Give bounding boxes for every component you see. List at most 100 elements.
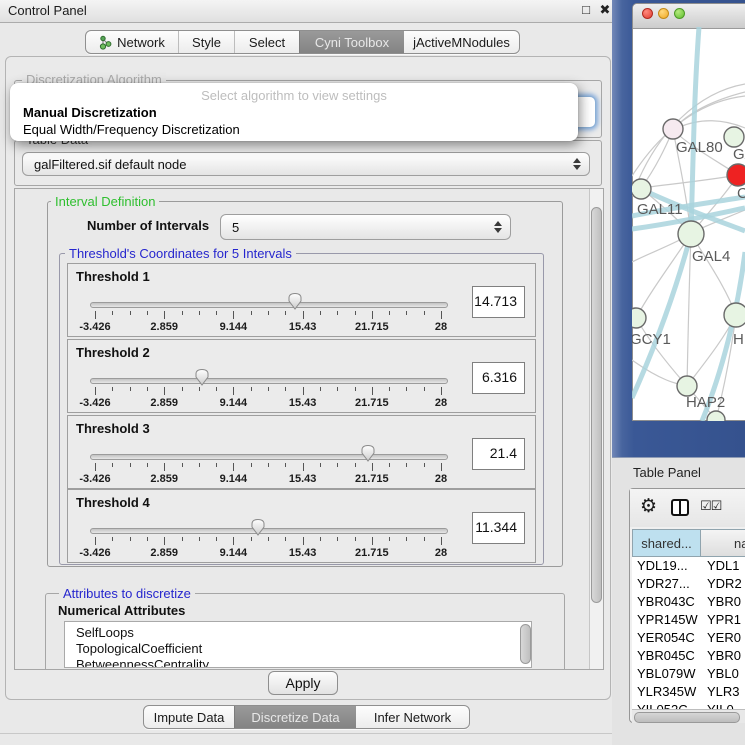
threshold-value-field[interactable]: 21.4 <box>472 438 525 470</box>
slider-thumb[interactable] <box>193 368 211 388</box>
slider-minor-tick <box>199 463 200 467</box>
tab-network[interactable]: Network <box>86 31 178 53</box>
slider-thumb[interactable] <box>286 292 304 312</box>
slider-major-tick <box>164 537 165 545</box>
attribute-list-item[interactable]: BetweennessCentrality <box>65 657 531 668</box>
settings-scrollbar-thumb[interactable] <box>591 207 602 603</box>
red-node[interactable] <box>727 164 745 186</box>
slider-major-tick <box>303 463 304 471</box>
split-columns-icon[interactable] <box>670 498 690 518</box>
gear-icon[interactable]: ⚙ <box>640 495 657 518</box>
threshold-label: Threshold 1 <box>76 269 150 284</box>
slider-tick-label: 28 <box>435 473 447 485</box>
table-hscrollbar-track[interactable] <box>632 709 745 723</box>
slider-minor-tick <box>147 387 148 391</box>
minimize-traffic-light[interactable] <box>658 8 669 19</box>
table-hscrollbar-thumb[interactable] <box>634 712 740 723</box>
network-edge[interactable] <box>636 234 691 318</box>
slider-minor-tick <box>337 463 338 467</box>
tab-discretize-data[interactable]: Discretize Data <box>234 706 356 728</box>
network-edge[interactable] <box>641 175 738 188</box>
slider-thumb[interactable] <box>249 518 267 538</box>
close-traffic-light[interactable] <box>642 8 653 19</box>
slider-track[interactable] <box>90 454 448 460</box>
table-data-combobox[interactable]: galFiltered.sif default node <box>22 152 590 176</box>
zoom-traffic-light[interactable] <box>674 8 685 19</box>
table-row[interactable]: YBR045CYBR0 <box>632 647 745 665</box>
slider-thumb[interactable] <box>359 444 377 464</box>
table-row[interactable]: YBL079WYBL0 <box>632 665 745 683</box>
slider-major-tick <box>441 537 442 545</box>
attributes-to-discretize-title: Attributes to discretize <box>59 586 195 601</box>
slider-minor-tick <box>406 537 407 541</box>
slider-tick-label: -3.426 <box>79 547 110 559</box>
table-row[interactable]: YLR345WYLR3 <box>632 683 745 701</box>
network-edge[interactable] <box>691 234 736 315</box>
popup-option-equal-width-frequency[interactable]: Equal Width/Frequency Discretization <box>23 122 240 137</box>
slider-tick-label: 2.859 <box>150 547 178 559</box>
slider-major-tick <box>303 387 304 395</box>
attribute-list-item[interactable]: TopologicalCoefficient <box>65 641 531 657</box>
h-node[interactable] <box>724 303 745 327</box>
checkbox-checked-icon[interactable]: ☑☑ <box>700 498 721 514</box>
tab-cyni-toolbox[interactable]: Cyni Toolbox <box>299 31 404 53</box>
tab-impute-data[interactable]: Impute Data <box>144 706 234 728</box>
slider-minor-tick <box>130 311 131 315</box>
tab-style[interactable]: Style <box>178 31 234 53</box>
attributes-list-scrollbar[interactable] <box>520 624 531 664</box>
slider-minor-tick <box>406 311 407 315</box>
table-row[interactable]: YBR043CYBR0 <box>632 593 745 611</box>
slider-minor-tick <box>268 537 269 541</box>
gcy1-node[interactable] <box>632 308 646 328</box>
slider-minor-tick <box>355 537 356 541</box>
float-window-icon[interactable]: □ <box>578 2 594 17</box>
slider-minor-tick <box>268 463 269 467</box>
slider-track[interactable] <box>90 302 448 308</box>
tab-infer-network[interactable]: Infer Network <box>356 706 469 728</box>
network-window-titlebar[interactable] <box>633 4 745 29</box>
column-header-shared[interactable]: shared... <box>632 529 701 557</box>
apply-button[interactable]: Apply <box>268 671 338 695</box>
network-edge[interactable] <box>687 234 691 386</box>
slider-major-tick <box>164 387 165 395</box>
close-panel-icon[interactable]: ✖ <box>597 2 613 18</box>
threshold-value-field[interactable]: 14.713 <box>472 286 525 318</box>
control-panel-title: Control Panel <box>8 3 87 18</box>
gal80-node[interactable] <box>663 119 683 139</box>
threshold-value-field[interactable]: 6.316 <box>472 362 525 394</box>
threshold-box-4: Threshold 4-3.4262.8599.14415.4321.71528… <box>67 489 536 563</box>
table-row[interactable]: YDL19...YDL1 <box>632 557 745 575</box>
slider-track[interactable] <box>90 528 448 534</box>
hap2-node[interactable] <box>677 376 697 396</box>
tab-jactivemnodules[interactable]: jActiveMNodules <box>404 31 519 53</box>
topright-node[interactable] <box>724 127 744 147</box>
number-of-intervals-combobox[interactable]: 5 <box>220 214 511 240</box>
gal11-node[interactable] <box>632 179 651 199</box>
network-edge[interactable] <box>687 315 736 386</box>
table-body[interactable]: YDL19...YDL1YDR27...YDR2YBR043CYBR0YPR14… <box>632 557 745 709</box>
cell-name: YER0 <box>707 630 741 645</box>
number-of-intervals-value: 5 <box>221 220 493 235</box>
table-row[interactable]: YPR145WYPR1 <box>632 611 745 629</box>
threshold-coordinates-title: Threshold's Coordinates for 5 Intervals <box>65 246 296 261</box>
numerical-attributes-list[interactable]: SelfLoopsTopologicalCoefficientBetweenne… <box>64 621 532 668</box>
attribute-list-item[interactable]: SelfLoops <box>65 625 531 641</box>
slider-track[interactable] <box>90 378 448 384</box>
cell-shared-name: YBR043C <box>637 594 695 609</box>
network-graph-canvas[interactable]: GAL80GACGAL11GAL4GCY1HHAP2 <box>632 27 745 421</box>
table-row[interactable]: YER054CYER0 <box>632 629 745 647</box>
network-edge[interactable] <box>641 130 673 188</box>
gal4-node[interactable] <box>678 221 704 247</box>
panel-bottom-edge <box>0 733 618 734</box>
slider-minor-tick <box>182 537 183 541</box>
slider-minor-tick <box>251 387 252 391</box>
table-row[interactable]: YDR27...YDR2 <box>632 575 745 593</box>
slider-minor-tick <box>147 463 148 467</box>
tab-select[interactable]: Select <box>234 31 299 53</box>
table-row[interactable]: YIL052CYIL0 <box>632 701 745 709</box>
column-header-name[interactable]: na <box>701 529 745 557</box>
popup-option-manual-discretization[interactable]: Manual Discretization <box>23 105 157 120</box>
tab-label: Discretize Data <box>251 710 339 725</box>
threshold-value-field[interactable]: 11.344 <box>472 512 525 544</box>
slider-minor-tick <box>320 537 321 541</box>
